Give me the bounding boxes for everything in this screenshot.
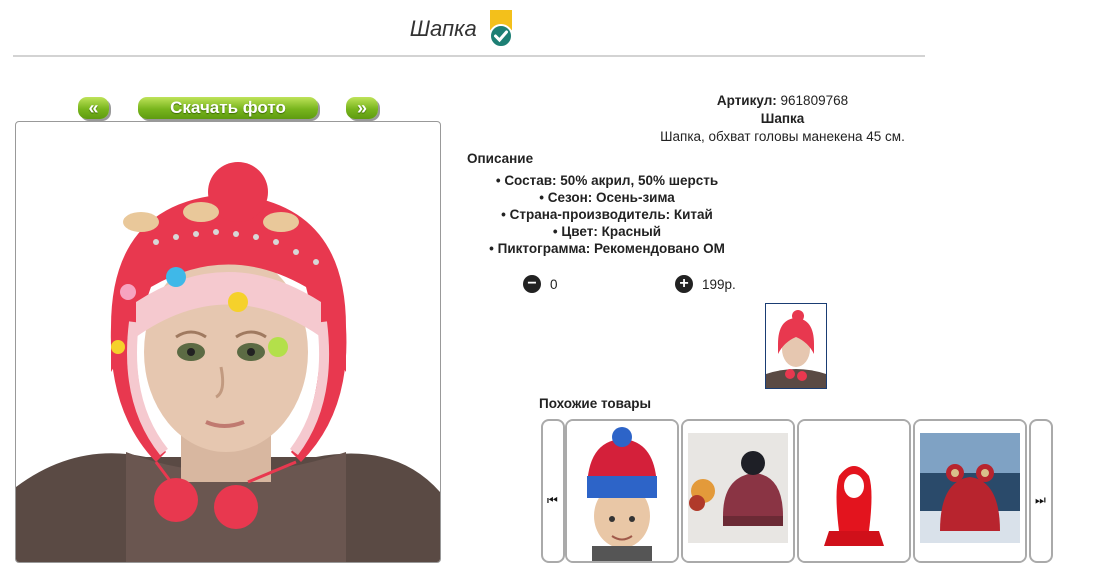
carousel-next-button[interactable]: ⏭	[1029, 419, 1053, 563]
similar-product-card[interactable]	[681, 419, 795, 563]
property-text: Цвет: Красный	[561, 224, 662, 239]
main-product-photo[interactable]	[15, 121, 441, 563]
property-text: Сезон: Осень-зима	[547, 190, 675, 205]
article-label: Артикул:	[716, 93, 777, 108]
page-title: Шапка	[409, 16, 477, 41]
similar-products-title: Похожие товары	[539, 396, 652, 411]
price-value: 199р.	[702, 277, 736, 292]
page-header: Шапка	[0, 10, 925, 48]
similar-product-card[interactable]	[797, 419, 911, 563]
header-divider	[13, 55, 925, 57]
similar-product-card[interactable]	[913, 419, 1027, 563]
property-item: • Страна-производитель: Китай	[501, 207, 713, 222]
verified-badge-icon	[487, 10, 515, 48]
article-row: Артикул: 961809768	[640, 92, 925, 110]
property-item: • Сезон: Осень-зима	[539, 190, 675, 205]
description-heading: Описание	[467, 150, 533, 167]
property-item: • Состав: 50% акрил, 50% шерсть	[495, 173, 719, 188]
article-value: 961809768	[780, 93, 849, 108]
product-short-description: Шапка, обхват головы манекена 45 см.	[660, 129, 905, 144]
similar-product-card[interactable]	[565, 419, 679, 563]
carousel-prev-button[interactable]: ⏮	[541, 419, 565, 563]
quantity-value: 0	[550, 277, 558, 292]
decrease-quantity-button[interactable]: −	[523, 275, 541, 293]
property-item: • Пиктограмма: Рекомендовано ОМ	[489, 241, 725, 256]
add-to-cart-button[interactable]: +	[675, 275, 693, 293]
next-photo-button[interactable]: »	[346, 97, 378, 119]
property-item: • Цвет: Красный	[552, 224, 662, 239]
property-text: Страна-производитель: Китай	[509, 207, 713, 222]
product-info: Артикул: 961809768 Шапка Шапка, обхват г…	[640, 92, 925, 146]
skip-forward-icon: ⏭	[1035, 493, 1046, 507]
prev-photo-button[interactable]: «	[78, 97, 109, 119]
photo-thumbnail[interactable]	[765, 303, 827, 389]
description-title: Описание	[467, 151, 534, 166]
skip-back-icon: ⏮	[547, 493, 558, 507]
properties-list: • Состав: 50% акрил, 50% шерсть • Сезон:…	[467, 172, 747, 257]
product-name: Шапка	[760, 111, 805, 126]
download-photo-button[interactable]: Скачать фото	[138, 97, 318, 119]
property-text: Состав: 50% акрил, 50% шерсть	[504, 173, 719, 188]
property-text: Пиктограмма: Рекомендовано ОМ	[497, 241, 725, 256]
